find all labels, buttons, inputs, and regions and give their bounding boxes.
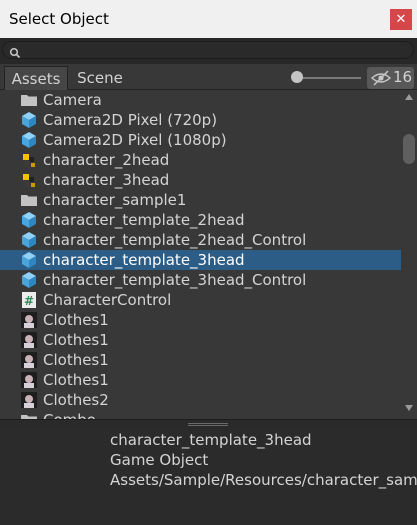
close-button[interactable]: ✕ (390, 9, 412, 30)
object-list: Camera Camera2D Pixel (720p) Camera2D Pixe… (0, 90, 401, 419)
eye-hidden-icon (370, 70, 392, 90)
list-item[interactable]: # CharacterControl (0, 290, 401, 310)
list-item-label: Clothes2 (43, 391, 109, 409)
texture-thumbnail-icon (20, 351, 38, 369)
prefab-icon (20, 251, 38, 269)
texture-thumbnail-icon (20, 391, 38, 409)
list-item-label: Clothes1 (43, 371, 109, 389)
list-item[interactable]: Clothes1 (0, 310, 401, 330)
sprite-thumbnail-icon (20, 151, 38, 169)
list-item-label: CharacterControl (43, 291, 172, 309)
search-bar (0, 38, 417, 64)
list-item[interactable]: Combo (0, 410, 401, 419)
list-item-label: Clothes1 (43, 311, 109, 329)
list-item-label: Combo (43, 410, 96, 419)
list-item-label: Camera2D Pixel (1080p) (43, 131, 227, 149)
list-item[interactable]: Camera (0, 90, 401, 110)
list-item[interactable]: character_template_2head (0, 210, 401, 230)
prefab-icon (20, 211, 38, 229)
tab-scene[interactable]: Scene (70, 66, 130, 90)
search-input[interactable] (2, 41, 414, 59)
preview-panel: character_template_3head Game Object Ass… (0, 427, 417, 525)
list-item[interactable]: Clothes2 (0, 390, 401, 410)
list-item-label: Camera2D Pixel (720p) (43, 111, 218, 129)
list-item[interactable]: Clothes1 (0, 370, 401, 390)
preview-object-type: Game Object (110, 451, 209, 469)
list-item-label: Clothes1 (43, 351, 109, 369)
sprite-thumbnail-icon (20, 171, 38, 189)
scroll-up-arrow-icon[interactable] (405, 94, 413, 100)
svg-text:#: # (24, 294, 34, 308)
preview-object-name: character_template_3head (110, 431, 312, 449)
list-item[interactable]: character_template_3head_Control (0, 270, 401, 290)
scrollbar[interactable] (401, 90, 417, 419)
folder-icon (20, 411, 38, 419)
hidden-packages-toggle[interactable]: 16 (367, 67, 414, 89)
list-item-label: character_2head (43, 151, 170, 169)
list-item[interactable]: character_2head (0, 150, 401, 170)
hidden-count: 16 (393, 68, 413, 86)
zoom-slider-handle[interactable] (291, 71, 303, 83)
texture-thumbnail-icon (20, 331, 38, 349)
script-icon: # (20, 291, 38, 309)
zoom-slider[interactable] (297, 77, 361, 79)
list-item[interactable]: Camera2D Pixel (1080p) (0, 130, 401, 150)
close-icon: ✕ (395, 12, 407, 27)
list-item-label: character_template_3head_Control (43, 271, 307, 289)
list-item[interactable]: character_template_2head_Control (0, 230, 401, 250)
scroll-down-arrow-icon[interactable] (405, 405, 413, 411)
list-item-label: character_3head (43, 171, 170, 189)
list-item-label: Clothes1 (43, 331, 109, 349)
prefab-icon (20, 131, 38, 149)
splitter[interactable] (0, 419, 417, 427)
list-item-selected[interactable]: character_template_3head (0, 250, 401, 270)
list-item[interactable]: Clothes1 (0, 350, 401, 370)
list-item-label: character_template_2head (43, 211, 245, 229)
list-item[interactable]: Camera2D Pixel (720p) (0, 110, 401, 130)
window-title: Select Object (9, 10, 109, 28)
preview-object-path: Assets/Sample/Resources/character_sam (110, 471, 417, 489)
texture-thumbnail-icon (20, 311, 38, 329)
list-item-label: character_template_3head (43, 251, 245, 269)
prefab-icon (20, 111, 38, 129)
search-icon (9, 44, 21, 63)
list-item[interactable]: character_sample1 (0, 190, 401, 210)
texture-thumbnail-icon (20, 371, 38, 389)
splitter-grip-icon (188, 423, 228, 424)
list-item[interactable]: Clothes1 (0, 330, 401, 350)
folder-icon (20, 91, 38, 109)
list-item-label: Camera (43, 91, 102, 109)
list-item-label: character_template_2head_Control (43, 231, 307, 249)
list-item[interactable]: character_3head (0, 170, 401, 190)
list-item-label: character_sample1 (43, 191, 187, 209)
folder-icon (20, 191, 38, 209)
tab-assets[interactable]: Assets (4, 66, 68, 90)
title-bar: Select Object ✕ (0, 0, 417, 38)
prefab-icon (20, 271, 38, 289)
scrollbar-thumb[interactable] (403, 134, 415, 164)
prefab-icon (20, 231, 38, 249)
